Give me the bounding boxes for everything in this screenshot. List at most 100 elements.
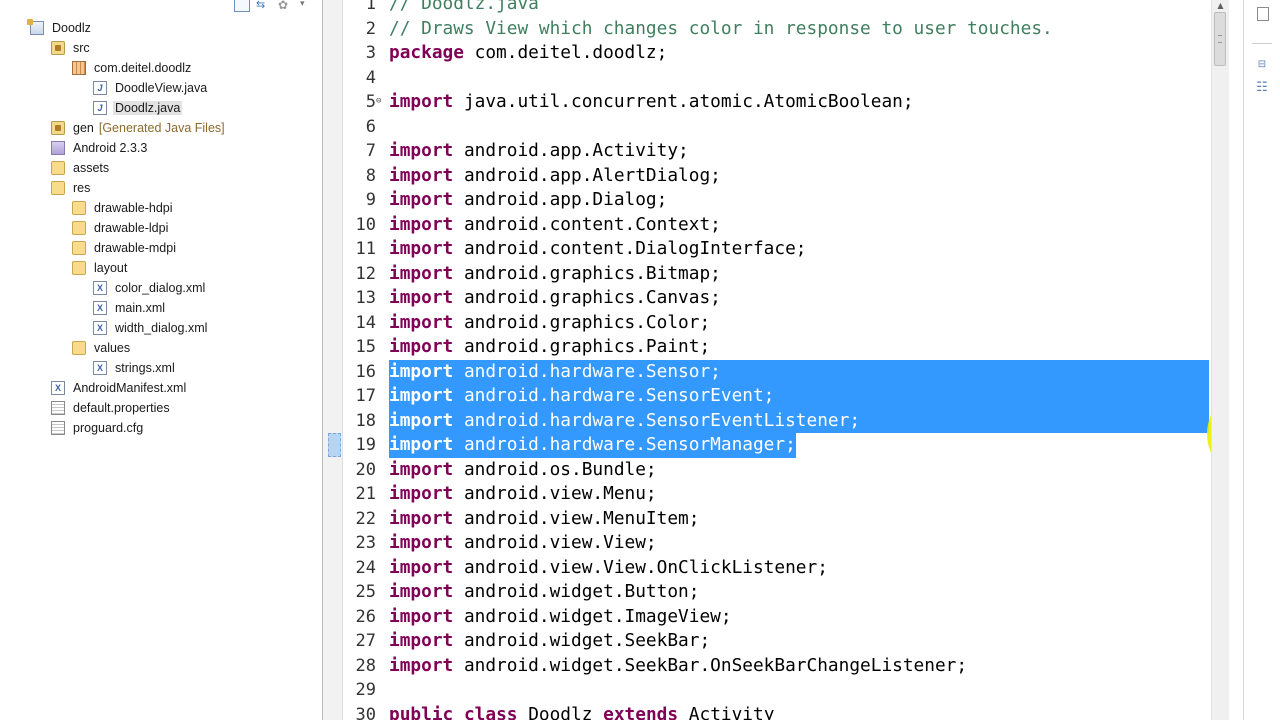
tree-item-label: Doodlz xyxy=(52,21,91,35)
code-token: android.view.Menu; xyxy=(453,483,657,504)
code-text: // Draws View which changes color in res… xyxy=(389,17,1053,42)
collapse-all-icon[interactable] xyxy=(234,0,250,12)
code-line[interactable]: 25 import android.widget.Button; xyxy=(343,580,1209,605)
minimize-view-icon[interactable]: ⊟ xyxy=(1254,57,1270,73)
tree-item[interactable]: src xyxy=(0,38,320,58)
code-line[interactable]: 26 import android.widget.ImageView; xyxy=(343,605,1209,630)
code-line[interactable]: 11 import android.content.DialogInterface… xyxy=(343,237,1209,262)
line-number: 7 xyxy=(365,141,376,161)
code-token: Activity xyxy=(678,703,775,720)
tree-item[interactable]: Xwidth_dialog.xml xyxy=(0,318,320,338)
code-line[interactable]: 9 import android.app.Dialog; xyxy=(343,188,1209,213)
tree-item[interactable]: Doodlz xyxy=(0,18,320,38)
code-token: android.hardware.SensorEvent; xyxy=(453,385,775,406)
keyword-token: import xyxy=(389,262,454,284)
line-number: 15 xyxy=(355,337,376,357)
link-with-editor-icon[interactable]: ⇆ xyxy=(256,0,272,12)
line-number: 11 xyxy=(355,239,376,259)
code-line[interactable]: 29 xyxy=(343,678,1209,703)
code-line[interactable]: 27 import android.widget.SeekBar; xyxy=(343,629,1209,654)
scroll-up-arrow-icon[interactable]: ▲ xyxy=(1212,0,1229,12)
code-line[interactable]: 6 xyxy=(343,115,1209,140)
code-line[interactable]: 24 import android.view.View.OnClickListen… xyxy=(343,556,1209,581)
code-text: package com.deitel.doodlz; xyxy=(389,41,667,66)
xml-file-icon: X xyxy=(93,361,107,375)
view-menu-icon[interactable]: ✿ xyxy=(278,0,294,12)
folder-icon xyxy=(72,261,86,275)
keyword-token: import xyxy=(389,605,454,627)
tree-item[interactable]: X AndroidManifest.xml xyxy=(0,378,320,398)
project-tree: Doodlz src com.deitel.doodlz J DoodleView.ja… xyxy=(0,18,320,438)
tree-item[interactable]: com.deitel.doodlz xyxy=(0,58,320,78)
code-line[interactable]: 18 import android.hardware.SensorEventLis… xyxy=(343,408,1209,433)
code-line[interactable]: 17 import android.hardware.SensorEvent; xyxy=(343,384,1209,409)
code-line[interactable]: 2 // Draws View which changes color in re… xyxy=(343,17,1209,42)
keyword-token: import xyxy=(389,483,454,504)
code-line[interactable]: 22 import android.view.MenuItem; xyxy=(343,507,1209,532)
code-line[interactable]: 5 ⊖ import java.util.concurrent.atomic.Ato… xyxy=(343,90,1209,115)
keyword-token: import xyxy=(389,336,454,357)
tree-item[interactable]: drawable-mdpi xyxy=(0,238,320,258)
line-number: 13 xyxy=(355,288,376,308)
keyword-token: import xyxy=(389,311,454,333)
line-number: 9 xyxy=(365,190,376,210)
folder-icon xyxy=(72,241,86,255)
chevron-down-icon[interactable]: ▾ xyxy=(300,0,316,12)
tree-item-decoration: [Generated Java Files] xyxy=(98,121,225,135)
outline-icon[interactable]: ☷ xyxy=(1254,80,1270,96)
code-editor[interactable]: 1 // Doodlz.java 2 // Draws View which chan… xyxy=(323,0,1229,720)
tree-item[interactable]: Android 2.3.3 xyxy=(0,138,320,158)
code-text: import android.hardware.SensorManager; xyxy=(389,433,796,458)
tree-item[interactable]: layout xyxy=(0,258,320,278)
text-file-icon xyxy=(51,401,65,415)
restore-view-icon[interactable] xyxy=(1257,7,1269,21)
code-token: android.app.AlertDialog; xyxy=(453,164,721,186)
code-line[interactable]: 16 import android.hardware.Sensor; xyxy=(343,359,1209,384)
code-line[interactable]: 7 import android.app.Activity; xyxy=(343,139,1209,164)
code-line[interactable]: 14 import android.graphics.Color; xyxy=(343,311,1209,336)
tree-item[interactable]: drawable-ldpi xyxy=(0,218,320,238)
comment-token: // Draws View which changes color in res… xyxy=(389,17,1053,39)
code-line[interactable]: 13 import android.graphics.Canvas; xyxy=(343,286,1209,311)
code-area[interactable]: 1 // Doodlz.java 2 // Draws View which chan… xyxy=(343,0,1209,720)
code-line[interactable]: 21 import android.view.Menu; xyxy=(343,482,1209,507)
tree-item[interactable]: J Doodlz.java xyxy=(0,98,320,118)
tree-item[interactable]: Xmain.xml xyxy=(0,298,320,318)
code-line[interactable]: 12 import android.graphics.Bitmap; xyxy=(343,262,1209,287)
keyword-token: import xyxy=(389,140,454,161)
code-line[interactable]: 4 xyxy=(343,66,1209,91)
code-line[interactable]: 23 import android.view.View; xyxy=(343,531,1209,556)
code-text: public class Doodlz extends Activity xyxy=(389,703,774,720)
code-line[interactable]: 19 import android.hardware.SensorManager; xyxy=(343,433,1209,458)
keyword-token: package xyxy=(389,42,464,63)
fold-toggle-icon[interactable]: ⊖ xyxy=(376,96,381,106)
code-line[interactable]: 15 import android.graphics.Paint; xyxy=(343,335,1209,360)
code-line[interactable]: 1 // Doodlz.java xyxy=(343,0,1209,17)
tree-item[interactable]: J DoodleView.java xyxy=(0,78,320,98)
code-line[interactable]: 3 package com.deitel.doodlz; xyxy=(343,41,1209,66)
tree-item-label: AndroidManifest.xml xyxy=(73,381,187,395)
tree-item[interactable]: res xyxy=(0,178,320,198)
code-line[interactable]: 10 import android.content.Context; xyxy=(343,213,1209,238)
keyword-token: import xyxy=(389,213,454,235)
tree-item-label: com.deitel.doodlz xyxy=(94,61,192,75)
code-token: android.app.Activity; xyxy=(453,140,689,161)
tree-item[interactable]: assets xyxy=(0,158,320,178)
tree-item[interactable]: gen [Generated Java Files] xyxy=(0,118,320,138)
code-text: import java.util.concurrent.atomic.Atomi… xyxy=(389,90,914,115)
tree-item[interactable]: values xyxy=(0,338,320,358)
code-line[interactable]: 8 import android.app.AlertDialog; xyxy=(343,164,1209,189)
scrollbar-thumb[interactable] xyxy=(1214,12,1226,66)
editor-vertical-scrollbar[interactable]: ▲ xyxy=(1211,0,1229,720)
code-line[interactable]: 28 import android.widget.SeekBar.OnSeekBa… xyxy=(343,654,1209,679)
code-line[interactable]: 30 public class Doodlz extends Activity xyxy=(343,703,1209,720)
tree-item[interactable]: drawable-hdpi xyxy=(0,198,320,218)
tree-item[interactable]: Xstrings.xml xyxy=(0,358,320,378)
xml-file-icon: X xyxy=(93,321,107,335)
tree-item[interactable]: default.properties xyxy=(0,398,320,418)
folder-icon xyxy=(51,181,65,195)
code-line[interactable]: 20 import android.os.Bundle; xyxy=(343,458,1209,483)
tree-item[interactable]: proguard.cfg xyxy=(0,418,320,438)
tree-item[interactable]: Xcolor_dialog.xml xyxy=(0,278,320,298)
